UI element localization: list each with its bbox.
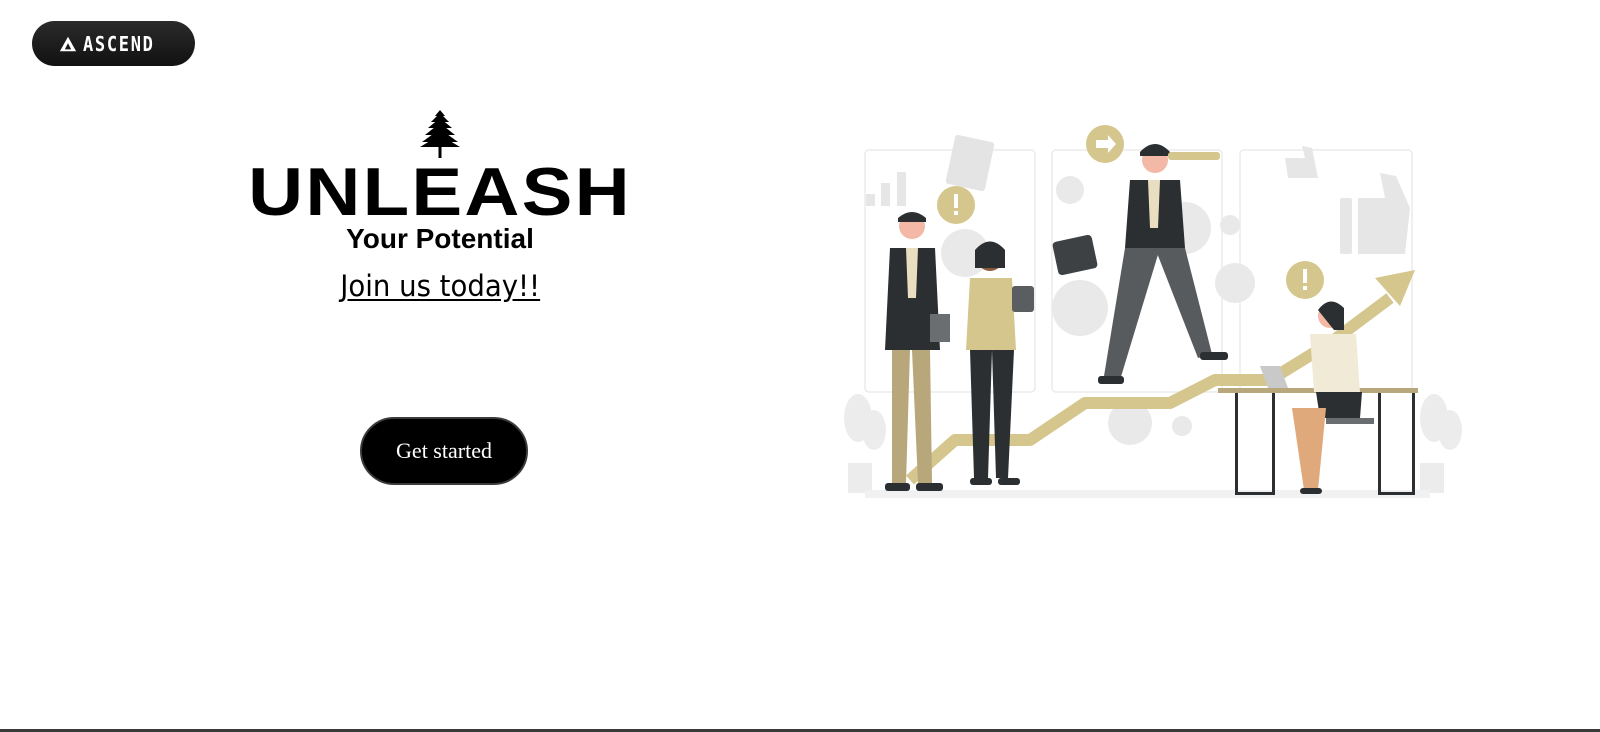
hero-headline: UNLEASH	[248, 154, 632, 230]
alert-bubble-right-icon	[1286, 261, 1324, 299]
landing-page: ASCEND UNLEASH Your Potential Join us to…	[0, 0, 1600, 732]
person-woman-tablet	[966, 241, 1034, 485]
brand-name: ASCEND	[83, 31, 155, 56]
bar-chart-icon	[866, 172, 906, 206]
pine-tree-icon	[420, 110, 460, 158]
triangle-logo-icon	[60, 36, 77, 51]
plant-left	[844, 394, 886, 493]
floor-shadow	[865, 490, 1430, 498]
plant-right	[1420, 394, 1462, 493]
person-woman-desk	[1218, 301, 1418, 495]
alert-bubble-icon	[937, 186, 975, 224]
team-growth-illustration	[844, 125, 1462, 498]
document-icon	[945, 134, 995, 192]
thumbs-up-icon	[1285, 146, 1410, 254]
hero-section: UNLEASH Your Potential Join us today!!	[240, 110, 640, 304]
brand-logo[interactable]: ASCEND	[32, 21, 195, 66]
get-started-button[interactable]: Get started	[360, 417, 528, 485]
arrow-bubble-icon	[1086, 125, 1124, 163]
join-us-link[interactable]: Join us today!!	[340, 268, 540, 304]
